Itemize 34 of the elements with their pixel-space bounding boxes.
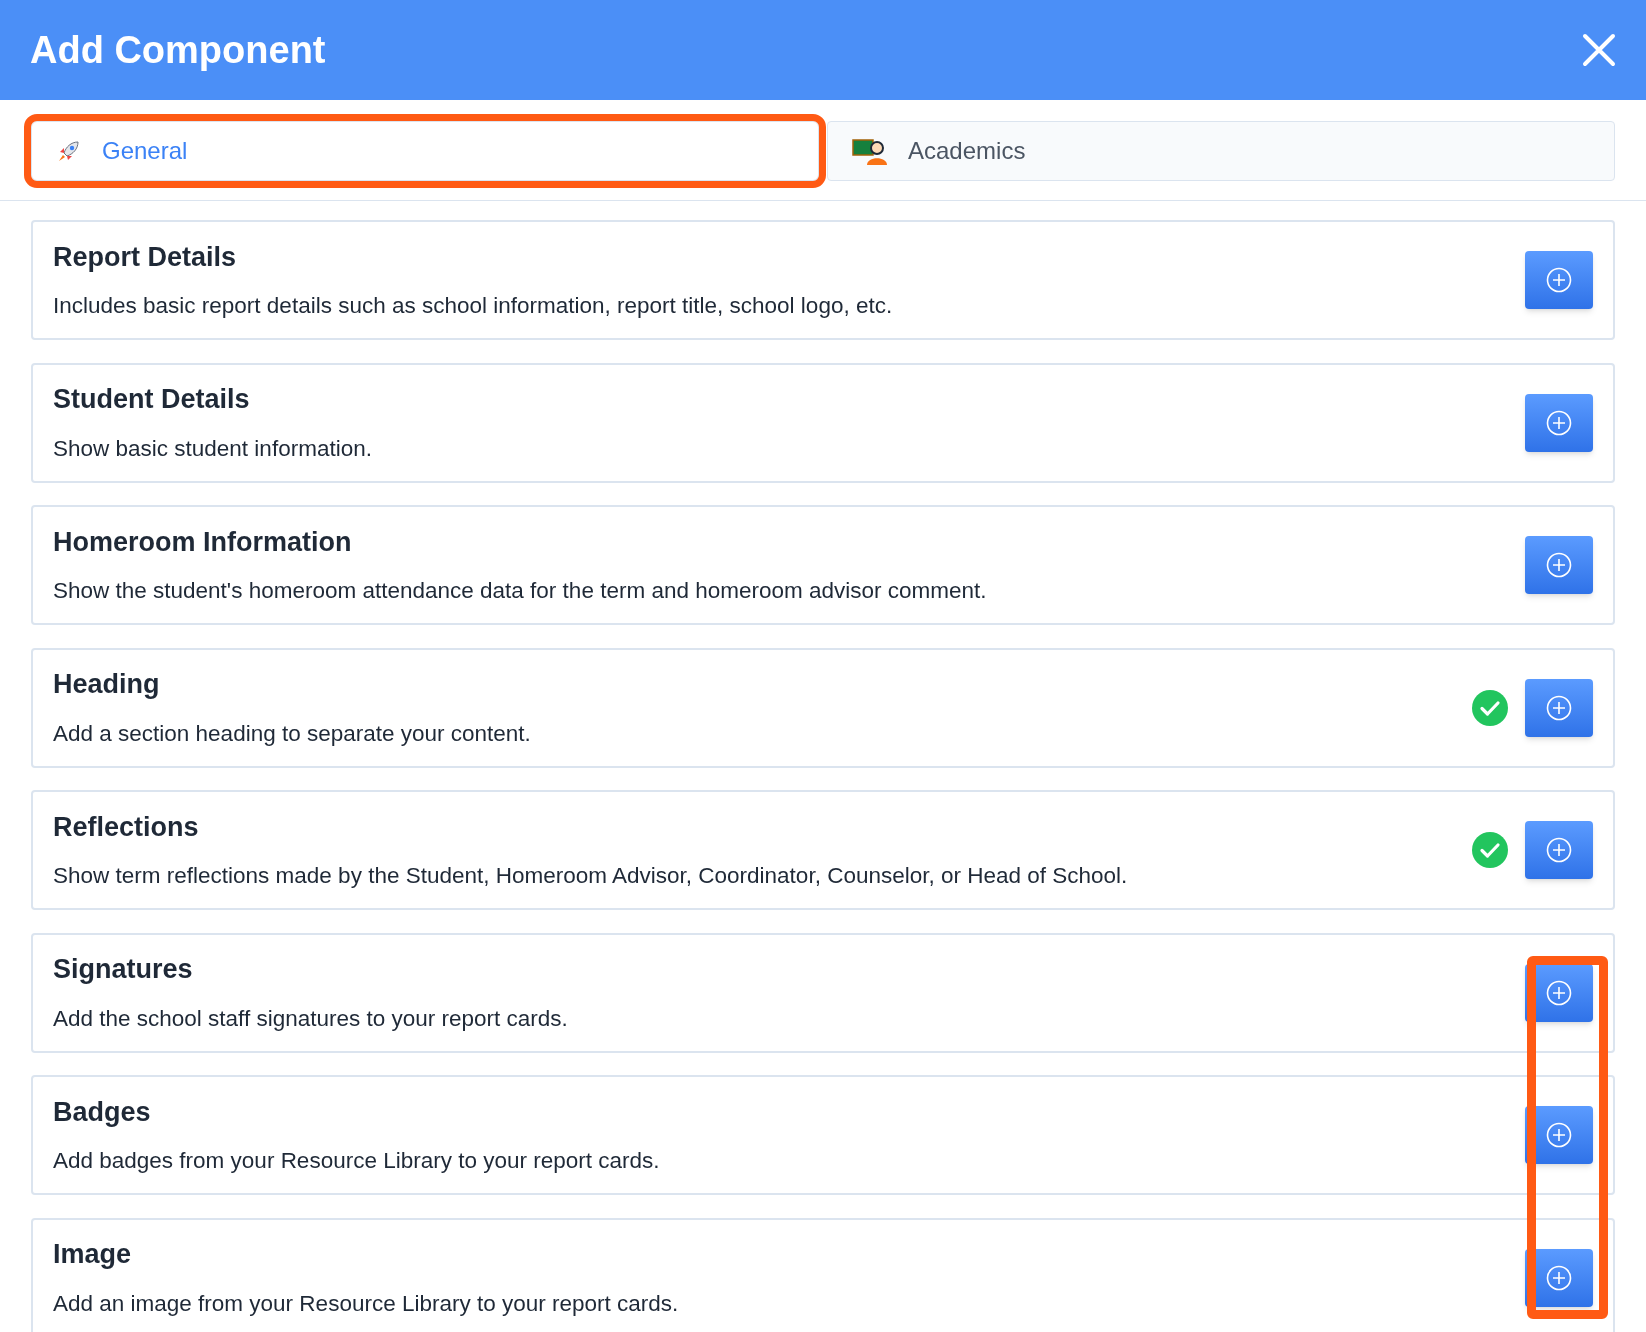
component-title: Signatures	[53, 953, 194, 987]
component-description: Add badges from your Resource Library to your report cards.	[53, 1147, 661, 1176]
component-title: Student Details	[53, 383, 251, 417]
component-description: Includes basic report details such as school information, report title, school logo, etc.	[53, 292, 894, 321]
teacher-icon	[852, 137, 888, 165]
plus-circle-icon	[1546, 837, 1572, 863]
add-button[interactable]	[1525, 251, 1593, 309]
component-title: Image	[53, 1238, 133, 1272]
component-description: Add the school staff signatures to your report cards.	[53, 1004, 569, 1033]
plus-circle-icon	[1546, 1264, 1572, 1291]
plus-circle-icon	[1546, 552, 1572, 578]
component-description: Show term reflections made by the Student, Homeroom Advisor, Coordinator, Counselor, or Head of School.	[53, 862, 1129, 891]
component-description: Add a section heading to separate your content.	[53, 719, 532, 748]
component-description: Add an image from your Resource Library to your report cards.	[53, 1289, 680, 1318]
component-description: Show basic student information.	[53, 434, 373, 463]
component-title: Badges	[53, 1095, 152, 1129]
close-button[interactable]	[1582, 33, 1616, 67]
plus-circle-icon	[1546, 409, 1572, 436]
add-button[interactable]	[1525, 393, 1593, 452]
tab[interactable]: Academics	[827, 121, 1615, 181]
component-title: Heading	[53, 668, 161, 702]
plus-circle-icon	[1546, 694, 1572, 721]
component-title: Reflections	[53, 810, 200, 844]
plus-circle-icon	[1546, 1122, 1572, 1148]
component-description: Show the student's homeroom attendance data for the term and homeroom advisor comment.	[53, 577, 988, 606]
rocket-icon	[56, 138, 82, 164]
component-title: Homeroom Information	[53, 525, 353, 559]
add-button[interactable]	[1525, 678, 1593, 737]
component-title: Report Details	[53, 240, 238, 274]
add-button[interactable]	[1525, 536, 1593, 594]
window-title: Add Component	[30, 27, 326, 73]
add-button[interactable]	[1525, 821, 1593, 879]
plus-circle-icon	[1546, 267, 1572, 293]
plus-circle-icon	[1546, 979, 1572, 1006]
